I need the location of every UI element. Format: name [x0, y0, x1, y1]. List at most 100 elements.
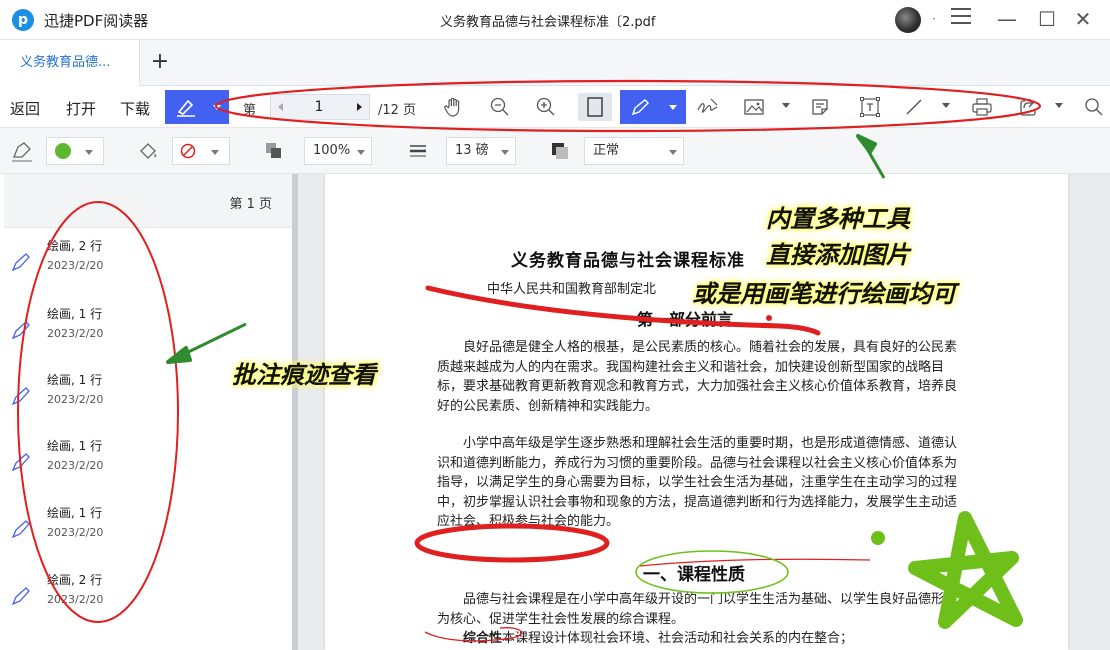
user-avatar[interactable]: [895, 7, 921, 33]
callout-text: 批注痕迹查看: [232, 361, 376, 389]
text-box-icon[interactable]: [856, 93, 884, 121]
callout-text: 内置多种工具: [766, 205, 910, 233]
search-icon[interactable]: [1080, 93, 1108, 121]
tab-document[interactable]: 义务教育品德...: [0, 40, 140, 86]
doc-paragraph: 综合性本课程设计体现社会环境、社会活动和社会关系的内在整合；: [437, 629, 957, 649]
chevron-down-icon: [501, 150, 509, 155]
doc-paragraph: 小学中高年级是学生逐步熟悉和理解社会生活的重要时期，也是形成道德情感、道德认识和…: [437, 436, 958, 529]
page-total-label: /12 页: [378, 103, 417, 118]
chevron-down-icon: [357, 150, 365, 155]
line-width-value: 13 磅: [455, 143, 489, 158]
annotation-title: 绘画, 1 行: [47, 439, 103, 453]
annotation-item[interactable]: 绘画, 1 行 2023/2/20: [4, 437, 292, 503]
zoom-out-icon[interactable]: [486, 93, 514, 121]
annotation-date: 2023/2/20: [47, 259, 104, 272]
open-button[interactable]: 打开: [66, 98, 96, 119]
doc-paragraph-text: 本课程设计体现社会环境、社会活动和社会关系的内在整合；: [502, 631, 854, 646]
chevron-down-icon[interactable]: [213, 105, 221, 110]
app-logo-icon: p: [12, 9, 34, 31]
line-width-icon: [404, 137, 432, 165]
pen-icon: [11, 587, 30, 606]
color-swatch: [55, 143, 71, 159]
chevron-down-icon[interactable]: [1055, 103, 1063, 108]
add-tab-button[interactable]: +: [146, 40, 174, 86]
doc-paragraph: 品德与社会课程是在小学中高年级开设的一门以学生生活为基础、以学生良好品德形成为核…: [437, 592, 958, 627]
menu-icon[interactable]: [946, 6, 976, 34]
next-page-icon[interactable]: [354, 102, 364, 112]
pdf-page: 义务教育品德与社会课程标准 中华人民共和国教育部制定北 第一部分前言 良好品德是…: [325, 174, 1068, 650]
back-button[interactable]: 返回: [10, 98, 40, 119]
stroke-color-icon: [8, 137, 36, 165]
page-navigator: [270, 94, 370, 120]
zoom-in-icon[interactable]: [532, 93, 560, 121]
sidebar-page-header: 第 1 页: [4, 174, 292, 228]
fill-color-picker[interactable]: [172, 137, 230, 165]
blend-mode-select[interactable]: 正常: [584, 137, 684, 165]
download-button[interactable]: 下载: [120, 98, 150, 119]
signature-icon[interactable]: [694, 93, 722, 121]
blend-mode-value: 正常: [593, 143, 620, 158]
document-title: 义务教育品德与社会课程标准〔2.pdf: [440, 15, 656, 30]
page-prefix-label: 第: [243, 103, 257, 118]
chevron-down-icon[interactable]: [942, 103, 950, 108]
hand-tool-icon[interactable]: [440, 93, 468, 121]
doc-title: 义务教育品德与社会课程标准: [511, 251, 745, 271]
annotation-title: 绘画, 1 行: [47, 373, 103, 387]
minimize-button[interactable]: —: [992, 6, 1022, 34]
doc-section-heading: 一、课程性质: [643, 565, 745, 585]
close-button[interactable]: ✕: [1068, 6, 1098, 34]
share-icon[interactable]: [1014, 93, 1042, 121]
callout-text: 直接添加图片: [766, 241, 910, 269]
highlight-tool-button[interactable]: [165, 90, 229, 124]
document-viewport[interactable]: 义务教育品德与社会课程标准 中华人民共和国教育部制定北 第一部分前言 良好品德是…: [298, 174, 1110, 650]
annotation-title: 绘画, 1 行: [47, 506, 103, 520]
no-fill-icon: [180, 143, 196, 159]
pen-icon: [11, 520, 30, 539]
annotation-title: 绘画, 2 行: [47, 573, 103, 587]
line-tool-icon[interactable]: [900, 93, 928, 121]
chevron-down-icon: [669, 150, 677, 155]
doc-subtitle: 中华人民共和国教育部制定北: [487, 282, 657, 297]
annotation-item[interactable]: 绘画, 2 行 2023/2/20: [4, 571, 292, 637]
chevron-down-icon[interactable]: [782, 103, 790, 108]
stroke-color-picker[interactable]: [46, 137, 104, 165]
pen-icon: [11, 387, 30, 406]
opacity-select[interactable]: 100%: [304, 137, 372, 165]
annotation-item[interactable]: 绘画, 1 行 2023/2/20: [4, 504, 292, 570]
app-name: 迅捷PDF阅读器: [44, 12, 149, 30]
annotation-date: 2023/2/20: [47, 593, 104, 606]
line-width-select[interactable]: 13 磅: [446, 137, 516, 165]
format-toolbar: 100% 13 磅 正常: [0, 128, 1110, 174]
opacity-value: 100%: [313, 143, 351, 158]
print-icon[interactable]: [968, 93, 996, 121]
prev-page-icon[interactable]: [276, 102, 286, 112]
doc-paragraph: 良好品德是健全人格的根基，是公民素质的核心。随着社会的发展，具有良好的公民素质越…: [437, 340, 958, 414]
annotation-item[interactable]: 绘画, 2 行 2023/2/20: [4, 237, 292, 303]
annotation-date: 2023/2/20: [47, 459, 104, 472]
annotation-title: 绘画, 1 行: [47, 307, 103, 321]
pen-icon: [631, 99, 649, 116]
pen-icon: [11, 253, 30, 272]
main-toolbar: 返回 打开 下载 第 /12 页: [0, 86, 1110, 128]
pen-icon: [11, 453, 30, 472]
annotation-sidebar: 第 1 页 绘画, 2 行 2023/2/20 绘画, 1 行 2023/2/2…: [4, 174, 292, 650]
doc-bold-term: 综合性: [463, 631, 503, 646]
title-bar: p 迅捷PDF阅读器 义务教育品德与社会课程标准〔2.pdf · — ☐ ✕: [0, 0, 1110, 40]
page-number-input[interactable]: [293, 97, 345, 117]
callout-text: 或是用画笔进行绘画均可: [692, 280, 956, 308]
pen-icon: [11, 321, 30, 340]
chevron-down-icon[interactable]: [669, 105, 677, 110]
fill-color-icon: [134, 137, 162, 165]
image-icon[interactable]: [740, 93, 768, 121]
single-page-view-icon[interactable]: [578, 93, 612, 121]
pen-tool-button[interactable]: [620, 90, 686, 124]
annotation-date: 2023/2/20: [47, 393, 104, 406]
maximize-button[interactable]: ☐: [1032, 6, 1062, 34]
opacity-icon: [260, 137, 288, 165]
sidebar-page-label: 第 1 页: [229, 197, 272, 212]
annotation-title: 绘画, 2 行: [47, 239, 103, 253]
doc-part-heading: 第一部分前言: [637, 310, 734, 329]
note-icon[interactable]: [806, 93, 834, 121]
highlighter-icon: [177, 99, 195, 117]
annotation-date: 2023/2/20: [47, 526, 104, 539]
